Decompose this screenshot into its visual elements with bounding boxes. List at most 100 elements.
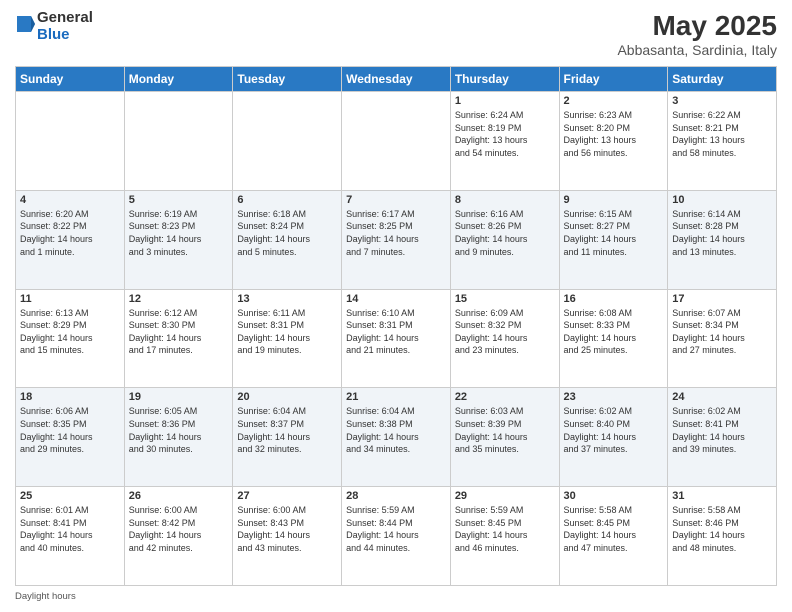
day-number: 3 — [672, 95, 772, 107]
calendar-header-wednesday: Wednesday — [342, 67, 451, 92]
day-number: 22 — [455, 391, 555, 403]
day-number: 30 — [564, 490, 664, 502]
calendar-cell: 11 Sunrise: 6:13 AM Sunset: 8:29 PM Dayli… — [16, 289, 125, 388]
day-number: 5 — [129, 194, 229, 206]
calendar-cell — [16, 92, 125, 191]
day-info: Sunrise: 6:03 AM Sunset: 8:39 PM Dayligh… — [455, 405, 555, 455]
calendar-cell — [124, 92, 233, 191]
day-number: 20 — [237, 391, 337, 403]
calendar-cell: 21 Sunrise: 6:04 AM Sunset: 8:38 PM Dayli… — [342, 388, 451, 487]
calendar-cell: 10Sunrise: 6:14 AM Sunset: 8:28 PM Dayli… — [668, 190, 777, 289]
calendar-cell: 22 Sunrise: 6:03 AM Sunset: 8:39 PM Dayli… — [450, 388, 559, 487]
page: General Blue May 2025 Abbasanta, Sardini… — [0, 0, 792, 612]
day-info: Sunrise: 5:58 AM Sunset: 8:45 PM Dayligh… — [564, 504, 664, 554]
footer: Daylight hours — [15, 591, 777, 602]
day-number: 6 — [237, 194, 337, 206]
month-title: May 2025 — [617, 10, 777, 42]
day-number: 2 — [564, 95, 664, 107]
day-number: 27 — [237, 490, 337, 502]
day-info: Sunrise: 6:19 AM Sunset: 8:23 PM Dayligh… — [129, 208, 229, 258]
day-info: Sunrise: 6:06 AM Sunset: 8:35 PM Dayligh… — [20, 405, 120, 455]
calendar-cell: 12 Sunrise: 6:12 AM Sunset: 8:30 PM Dayli… — [124, 289, 233, 388]
day-number: 4 — [20, 194, 120, 206]
day-info: Sunrise: 6:16 AM Sunset: 8:26 PM Dayligh… — [455, 208, 555, 258]
calendar-header-sunday: Sunday — [16, 67, 125, 92]
day-info: Sunrise: 6:11 AM Sunset: 8:31 PM Dayligh… — [237, 307, 337, 357]
day-info: Sunrise: 6:13 AM Sunset: 8:29 PM Dayligh… — [20, 307, 120, 357]
calendar-cell: 19 Sunrise: 6:05 AM Sunset: 8:36 PM Dayli… — [124, 388, 233, 487]
calendar-header-monday: Monday — [124, 67, 233, 92]
day-number: 13 — [237, 293, 337, 305]
title-block: May 2025 Abbasanta, Sardinia, Italy — [617, 10, 777, 58]
logo-icon — [17, 16, 35, 38]
calendar-header-row: SundayMondayTuesdayWednesdayThursdayFrid… — [16, 67, 777, 92]
calendar: SundayMondayTuesdayWednesdayThursdayFrid… — [15, 66, 777, 586]
day-number: 15 — [455, 293, 555, 305]
logo-text: General Blue — [37, 10, 93, 43]
day-number: 24 — [672, 391, 772, 403]
day-info: Sunrise: 6:00 AM Sunset: 8:42 PM Dayligh… — [129, 504, 229, 554]
header: General Blue May 2025 Abbasanta, Sardini… — [15, 10, 777, 58]
calendar-week-1: 1 Sunrise: 6:24 AM Sunset: 8:19 PM Daylig… — [16, 92, 777, 191]
calendar-week-4: 18 Sunrise: 6:06 AM Sunset: 8:35 PM Dayli… — [16, 388, 777, 487]
calendar-header-friday: Friday — [559, 67, 668, 92]
day-number: 14 — [346, 293, 446, 305]
day-info: Sunrise: 6:00 AM Sunset: 8:43 PM Dayligh… — [237, 504, 337, 554]
calendar-cell: 1 Sunrise: 6:24 AM Sunset: 8:19 PM Daylig… — [450, 92, 559, 191]
calendar-cell: 17Sunrise: 6:07 AM Sunset: 8:34 PM Dayli… — [668, 289, 777, 388]
day-number: 31 — [672, 490, 772, 502]
daylight-label: Daylight hours — [15, 591, 76, 602]
day-number: 11 — [20, 293, 120, 305]
calendar-cell: 25Sunrise: 6:01 AM Sunset: 8:41 PM Dayli… — [16, 487, 125, 586]
calendar-header-saturday: Saturday — [668, 67, 777, 92]
day-info: Sunrise: 6:12 AM Sunset: 8:30 PM Dayligh… — [129, 307, 229, 357]
day-info: Sunrise: 6:02 AM Sunset: 8:40 PM Dayligh… — [564, 405, 664, 455]
day-number: 8 — [455, 194, 555, 206]
day-number: 10 — [672, 194, 772, 206]
day-info: Sunrise: 6:10 AM Sunset: 8:31 PM Dayligh… — [346, 307, 446, 357]
calendar-cell: 26 Sunrise: 6:00 AM Sunset: 8:42 PM Dayli… — [124, 487, 233, 586]
day-info: Sunrise: 6:17 AM Sunset: 8:25 PM Dayligh… — [346, 208, 446, 258]
logo-general: General — [37, 10, 93, 27]
day-info: Sunrise: 6:18 AM Sunset: 8:24 PM Dayligh… — [237, 208, 337, 258]
calendar-cell: 4 Sunrise: 6:20 AM Sunset: 8:22 PM Daylig… — [16, 190, 125, 289]
calendar-cell: 28 Sunrise: 5:59 AM Sunset: 8:44 PM Dayli… — [342, 487, 451, 586]
calendar-cell: 2 Sunrise: 6:23 AM Sunset: 8:20 PM Daylig… — [559, 92, 668, 191]
day-info: Sunrise: 5:59 AM Sunset: 8:44 PM Dayligh… — [346, 504, 446, 554]
calendar-cell: 24 Sunrise: 6:02 AM Sunset: 8:41 PM Dayli… — [668, 388, 777, 487]
day-number: 26 — [129, 490, 229, 502]
day-info: Sunrise: 6:09 AM Sunset: 8:32 PM Dayligh… — [455, 307, 555, 357]
day-number: 1 — [455, 95, 555, 107]
day-info: Sunrise: 6:02 AM Sunset: 8:41 PM Dayligh… — [672, 405, 772, 455]
day-info: Sunrise: 6:23 AM Sunset: 8:20 PM Dayligh… — [564, 109, 664, 159]
calendar-cell: 23 Sunrise: 6:02 AM Sunset: 8:40 PM Dayli… — [559, 388, 668, 487]
calendar-header-thursday: Thursday — [450, 67, 559, 92]
calendar-cell: 13 Sunrise: 6:11 AM Sunset: 8:31 PM Dayli… — [233, 289, 342, 388]
day-number: 23 — [564, 391, 664, 403]
day-info: Sunrise: 5:59 AM Sunset: 8:45 PM Dayligh… — [455, 504, 555, 554]
day-info: Sunrise: 6:20 AM Sunset: 8:22 PM Dayligh… — [20, 208, 120, 258]
calendar-cell: 20 Sunrise: 6:04 AM Sunset: 8:37 PM Dayli… — [233, 388, 342, 487]
calendar-cell: 15 Sunrise: 6:09 AM Sunset: 8:32 PM Dayli… — [450, 289, 559, 388]
day-number: 7 — [346, 194, 446, 206]
day-number: 29 — [455, 490, 555, 502]
calendar-week-2: 4 Sunrise: 6:20 AM Sunset: 8:22 PM Daylig… — [16, 190, 777, 289]
day-number: 12 — [129, 293, 229, 305]
day-number: 19 — [129, 391, 229, 403]
day-info: Sunrise: 6:04 AM Sunset: 8:38 PM Dayligh… — [346, 405, 446, 455]
calendar-week-5: 25Sunrise: 6:01 AM Sunset: 8:41 PM Dayli… — [16, 487, 777, 586]
calendar-cell: 18 Sunrise: 6:06 AM Sunset: 8:35 PM Dayli… — [16, 388, 125, 487]
calendar-cell — [342, 92, 451, 191]
calendar-cell: 8 Sunrise: 6:16 AM Sunset: 8:26 PM Daylig… — [450, 190, 559, 289]
day-info: Sunrise: 6:04 AM Sunset: 8:37 PM Dayligh… — [237, 405, 337, 455]
day-number: 18 — [20, 391, 120, 403]
day-info: Sunrise: 6:05 AM Sunset: 8:36 PM Dayligh… — [129, 405, 229, 455]
calendar-cell: 3 Sunrise: 6:22 AM Sunset: 8:21 PM Daylig… — [668, 92, 777, 191]
day-number: 28 — [346, 490, 446, 502]
day-info: Sunrise: 6:24 AM Sunset: 8:19 PM Dayligh… — [455, 109, 555, 159]
calendar-cell: 6 Sunrise: 6:18 AM Sunset: 8:24 PM Daylig… — [233, 190, 342, 289]
day-number: 21 — [346, 391, 446, 403]
calendar-cell: 7 Sunrise: 6:17 AM Sunset: 8:25 PM Daylig… — [342, 190, 451, 289]
calendar-cell: 31Sunrise: 5:58 AM Sunset: 8:46 PM Dayli… — [668, 487, 777, 586]
day-info: Sunrise: 6:22 AM Sunset: 8:21 PM Dayligh… — [672, 109, 772, 159]
